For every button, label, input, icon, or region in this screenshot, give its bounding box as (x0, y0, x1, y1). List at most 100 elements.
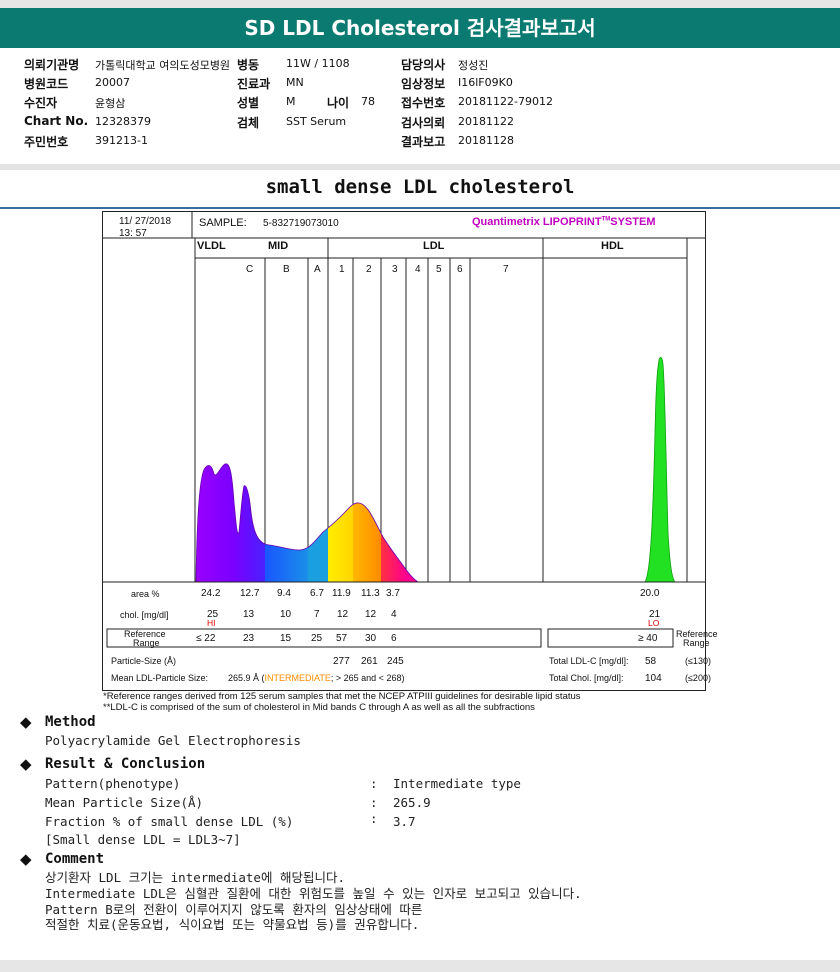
ward-label: 병동 (237, 58, 260, 72)
ref-value: 15 (280, 633, 292, 644)
comment-line: 적절한 치료(운동요법, 식이요법 또는 약물요법 등)를 권유합니다. (45, 917, 420, 932)
age-value: 78 (361, 95, 375, 108)
ref-value: 57 (336, 633, 348, 644)
chol-value: 12 (365, 609, 377, 620)
chart-no-value: 12328379 (95, 115, 151, 128)
total-ldl-label: Total LDL-C [mg/dl]: (549, 656, 629, 666)
mean-size-label: Mean LDL-Particle Size: (111, 673, 209, 683)
area-value: 3.7 (386, 588, 400, 599)
total-ldl-value: 58 (645, 656, 657, 667)
band-6: 6 (457, 264, 463, 275)
receipt-number-label: 접수번호 (401, 96, 446, 110)
band-3: 3 (392, 264, 398, 275)
ref-value: 30 (365, 633, 377, 644)
ref-value: 23 (243, 633, 255, 644)
chol-value: 4 (391, 609, 397, 620)
department-value: MN (286, 76, 304, 89)
intermediate-flag: INTERMEDIATE (264, 673, 331, 683)
result-value-size: 265.9 (393, 795, 431, 810)
specimen-label: 검체 (237, 116, 260, 130)
department-label: 진료과 (237, 77, 271, 91)
ref-value: ≤ 22 (196, 633, 216, 644)
requester-value: 가톨릭대학교 여의도성모병원 (95, 59, 231, 72)
result-bullet-icon: ◆ (20, 755, 32, 773)
title-underline (0, 207, 840, 209)
ref-value: 6 (391, 633, 397, 644)
requester-label: 의뢰기관명 (24, 58, 80, 72)
total-ldl-ref: (≤130) (685, 656, 711, 666)
report-time: 13: 57 (119, 228, 147, 239)
section-title: small dense LDL cholesterol (265, 176, 575, 198)
chol-value: 13 (243, 609, 255, 620)
area-value: 6.7 (310, 588, 324, 599)
resident-number-label: 주민번호 (24, 135, 69, 149)
particle-size-value: 261 (361, 656, 378, 667)
hi-flag: HI (207, 618, 216, 628)
specimen-value: SST Serum (286, 115, 347, 128)
lo-flag: LO (648, 618, 660, 628)
ward-value: 11W / 1108 (286, 57, 350, 70)
band-c: C (246, 264, 254, 275)
method-text: Polyacrylamide Gel Electrophoresis (45, 733, 301, 748)
request-date-value: 20181122 (458, 115, 514, 128)
result-label-pattern: Pattern(phenotype) (45, 776, 181, 791)
chol-value: 12 (337, 609, 349, 620)
band-2: 2 (366, 264, 372, 275)
group-ldl: LDL (423, 240, 445, 252)
report-date: 11/ 27/2018 (119, 216, 172, 227)
clinical-info-value: I16lF09K0 (458, 76, 513, 89)
particle-size-label: Particle-Size (Å) (111, 656, 177, 666)
area-label: area % (131, 589, 160, 599)
report-title: SD LDL Cholesterol 검사결과보고서 (0, 8, 840, 48)
report-date-label: 결과보고 (401, 135, 446, 149)
particle-size-value: 277 (333, 656, 350, 667)
band-b: B (283, 264, 290, 275)
ref-value: 25 (311, 633, 323, 644)
sample-id: 5-832719073010 (263, 218, 339, 229)
chart-no-label: Chart No. (24, 114, 89, 128)
band-5: 5 (436, 264, 442, 275)
chol-value: 10 (280, 609, 292, 620)
area-value: 24.2 (201, 588, 221, 599)
lipoprint-report: 11/ 27/2018 13: 57 SAMPLE: 5-83271907301… (102, 211, 718, 691)
brand-name: Quantimetrix LIPOPRINTTMSYSTEM (472, 216, 656, 228)
sex-value: M (286, 95, 296, 108)
sample-label: SAMPLE: (199, 217, 247, 229)
group-vldl: VLDL (197, 240, 226, 252)
total-chol-value: 104 (645, 673, 662, 684)
total-chol-label: Total Chol. [mg/dl]: (549, 673, 624, 683)
area-value: 9.4 (277, 588, 291, 599)
footnote-1: *Reference ranges derived from 125 serum… (103, 691, 581, 702)
chol-value: 7 (314, 609, 320, 620)
result-label-size: Mean Particle Size(Å) (45, 795, 204, 810)
area-value: 12.7 (240, 588, 260, 599)
area-value: 11.9 (332, 588, 351, 599)
hospital-code-label: 병원코드 (24, 77, 69, 91)
section-divider (0, 164, 840, 170)
ref-right-2: Range (683, 638, 710, 648)
band-4: 4 (415, 264, 421, 275)
mean-size-value: 265.9 Å (INTERMEDIATE; > 265 and < 268) (228, 673, 405, 683)
patient-name-label: 수진자 (24, 96, 58, 110)
hdl-peak (644, 356, 676, 583)
report-date-value: 20181128 (458, 134, 514, 147)
comment-heading: Comment (45, 851, 105, 867)
area-value: 11.3 (361, 588, 380, 599)
receipt-number-value: 20181122-79012 (458, 95, 553, 108)
ref-label-2: Range (133, 638, 160, 648)
particle-size-value: 245 (387, 656, 404, 667)
band-7: 7 (503, 264, 509, 275)
band-1: 1 (339, 264, 345, 275)
group-mid: MID (268, 240, 289, 252)
age-label: 나이 (327, 96, 350, 110)
group-hdl: HDL (601, 240, 624, 252)
bottom-border (0, 960, 840, 972)
result-colon: : (370, 811, 378, 826)
physician-label: 담당의사 (401, 58, 446, 72)
physician-value: 정성진 (458, 59, 489, 72)
hdl-ref-value: ≥ 40 (638, 633, 658, 644)
result-label-fraction: Fraction % of small dense LDL (%) (45, 814, 294, 829)
hdl-area-value: 20.0 (640, 588, 660, 599)
result-value-fraction: 3.7 (393, 814, 416, 829)
result-colon: : (370, 795, 378, 810)
